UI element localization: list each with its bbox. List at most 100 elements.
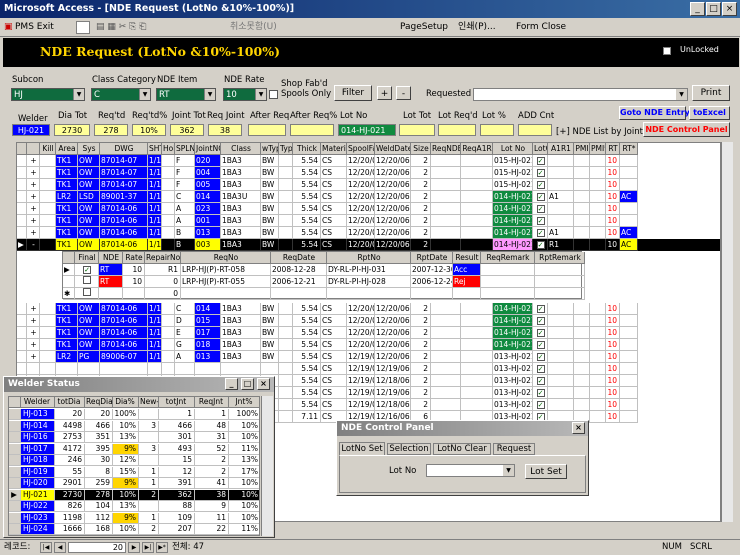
check-icon[interactable]: ✓ [536,157,545,165]
table-cell[interactable] [590,411,606,423]
table-cell[interactable]: 12/20/06 [375,203,411,215]
table-cell[interactable] [162,167,175,179]
table-cell[interactable] [431,203,461,215]
table-cell[interactable]: 5.54 [293,179,321,191]
table-cell[interactable]: 014-HJ-021 [493,191,533,203]
subform-row[interactable]: ✱ 0 [63,288,585,300]
table-cell[interactable]: 1BA3 [221,327,261,339]
row-selector[interactable] [9,512,21,524]
table-cell[interactable] [620,327,638,339]
table-cell[interactable]: 1BA3 [221,155,261,167]
lot-check-checkbox[interactable]: ✓ [533,399,548,411]
table-cell[interactable] [574,167,590,179]
close-icon[interactable]: × [722,2,737,16]
table-cell[interactable] [411,288,453,300]
lot-check-checkbox[interactable]: ✓ [533,327,548,339]
table-cell[interactable]: 10 [606,239,620,251]
table-cell[interactable] [431,239,461,251]
table-cell[interactable]: CS [321,375,347,387]
table-cell[interactable]: 4172 [55,443,85,455]
lot-check-checkbox[interactable]: ✓ [533,155,548,167]
table-cell[interactable] [548,339,574,351]
table-cell[interactable]: 10 [123,276,145,288]
table-cell[interactable]: CS [321,215,347,227]
table-cell[interactable] [548,303,574,315]
table-cell[interactable]: 1/1 [148,203,162,215]
table-row[interactable]: +TK1OW87014-061/1C0141BA3BW5.54CS12/20/0… [17,303,720,315]
lot-check-checkbox[interactable]: ✓ [533,339,548,351]
table-cell[interactable]: ▶ [63,264,75,276]
table-cell[interactable] [590,239,606,251]
table-cell[interactable]: 12/19/06 [347,363,375,375]
expand-toggle[interactable]: + [27,191,40,203]
table-cell[interactable] [590,179,606,191]
table-cell[interactable]: 10 [606,363,620,375]
check-icon[interactable]: ✓ [536,217,545,225]
table-cell[interactable] [40,363,56,375]
table-cell[interactable] [535,264,585,276]
menu-page-setup[interactable]: PageSetup [400,18,448,37]
table-cell[interactable] [548,179,574,191]
row-selector[interactable] [17,167,27,179]
table-cell[interactable]: F [175,155,195,167]
table-cell[interactable] [548,375,574,387]
table-cell[interactable] [620,399,638,411]
lot-check-checkbox[interactable]: ✓ [533,315,548,327]
table-cell[interactable] [139,409,159,420]
table-cell[interactable]: 017 [195,327,221,339]
table-cell[interactable] [461,399,493,411]
table-cell[interactable]: 1/1 [148,315,162,327]
table-cell[interactable] [431,155,461,167]
table-cell[interactable]: HJ-013 [21,409,55,420]
table-cell[interactable]: 246 [55,455,85,466]
grid-scrollbar[interactable] [721,142,733,522]
table-cell[interactable] [162,215,175,227]
table-cell[interactable] [481,276,535,288]
table-cell[interactable]: 013-HJ-021 [493,387,533,399]
table-cell[interactable]: OW [78,227,100,239]
table-cell[interactable] [574,303,590,315]
check-icon[interactable]: ✓ [536,389,545,397]
table-cell[interactable]: 12/19/06 [347,387,375,399]
table-cell[interactable] [271,288,327,300]
table-cell[interactable]: 2 [411,303,431,315]
table-cell[interactable] [548,203,574,215]
table-cell[interactable]: TK1 [56,315,78,327]
row-selector[interactable] [9,432,21,443]
table-cell[interactable]: 12/20/06 [347,203,375,215]
table-row[interactable]: +TK1OW87014-061/1D0151BA3BW5.54CS12/20/0… [17,315,720,327]
table-cell[interactable]: 3 [139,443,159,455]
row-selector[interactable] [9,524,21,535]
table-cell[interactable] [461,239,493,251]
table-cell[interactable]: 10 [606,327,620,339]
table-cell[interactable]: OW [78,167,100,179]
table-cell[interactable] [453,288,481,300]
expand-toggle[interactable]: + [27,303,40,315]
table-cell[interactable]: CS [321,363,347,375]
table-cell[interactable] [63,276,75,288]
table-cell[interactable] [574,239,590,251]
table-cell[interactable]: AC [620,239,638,251]
table-cell[interactable]: HJ-017 [21,443,55,455]
table-cell[interactable]: 4498 [55,420,85,432]
table-cell[interactable] [40,179,56,191]
table-cell[interactable] [620,375,638,387]
table-cell[interactable]: 2007-12-30 [411,264,453,276]
table-cell[interactable]: CS [321,399,347,411]
welder-status-row[interactable]: HJ-018 246 30 12% 15 2 13% [9,455,259,467]
table-cell[interactable]: 0 [145,276,181,288]
table-cell[interactable] [431,303,461,315]
row-selector[interactable] [17,203,27,215]
table-cell[interactable]: CS [321,203,347,215]
menu-undo[interactable]: 취소못함(U) [230,18,277,37]
table-cell[interactable] [574,339,590,351]
table-cell[interactable] [431,351,461,363]
table-cell[interactable]: 12/20/06 [347,191,375,203]
table-cell[interactable]: 10% [229,489,259,501]
table-cell[interactable]: 12% [113,455,139,466]
table-cell[interactable] [461,327,493,339]
table-cell[interactable]: 351 [85,432,113,443]
table-cell[interactable] [461,375,493,387]
lot-check-checkbox[interactable]: ✓ [533,167,548,179]
row-selector[interactable] [9,455,21,466]
